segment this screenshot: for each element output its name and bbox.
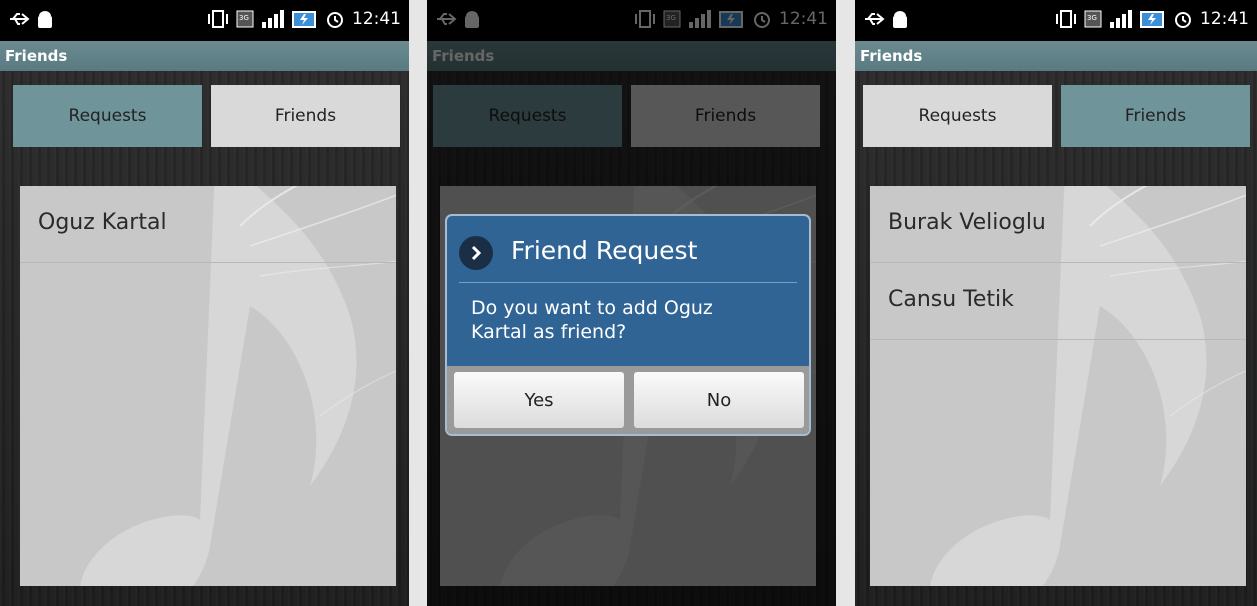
- alarm-icon: [327, 12, 343, 28]
- usb-icon: [10, 13, 30, 25]
- status-bar: 3G 12:41: [0, 0, 409, 41]
- friend-name: Oguz Kartal: [38, 210, 167, 235]
- battery-charging-icon: [1140, 11, 1164, 28]
- friends-list: Burak Velioglu Cansu Tetik: [870, 186, 1246, 586]
- friend-request-dialog: Friend Request Do you want to add Oguz K…: [445, 214, 811, 436]
- tab-label: Requests: [68, 106, 147, 126]
- android-debug-icon: [893, 11, 907, 28]
- tab-label: Friends: [1124, 106, 1187, 126]
- dialog-title: Friend Request: [511, 236, 698, 265]
- tab-label: Requests: [918, 106, 997, 126]
- tab-label: Friends: [274, 106, 337, 126]
- status-bar: 3G 12:41: [855, 0, 1257, 41]
- dialog-message: Do you want to add Oguz Kartal as friend…: [471, 297, 713, 343]
- list-item[interactable]: Oguz Kartal: [20, 186, 396, 263]
- android-debug-icon: [38, 11, 52, 28]
- yes-button[interactable]: Yes: [454, 372, 624, 428]
- divider: [459, 282, 797, 283]
- app-title: Friends: [5, 47, 68, 65]
- screen-friends: 3G 12:41 Friends Requests Friends Burak …: [855, 0, 1257, 606]
- no-button[interactable]: No: [634, 372, 804, 428]
- vibrate-icon: [1056, 10, 1076, 28]
- chevron-right-icon: [459, 236, 493, 270]
- tab-friends[interactable]: Friends: [211, 85, 400, 147]
- screen-requests: 3G 12:41 Friends Requests Friends Oguz K…: [0, 0, 409, 606]
- network-3g-icon: 3G: [1084, 10, 1102, 28]
- app-title: Friends: [860, 47, 923, 65]
- network-3g-icon: 3G: [236, 10, 254, 28]
- friend-name: Burak Velioglu: [888, 210, 1046, 235]
- app-title-bar: Friends: [855, 41, 1257, 71]
- clock: 12:41: [1200, 9, 1249, 29]
- friend-name: Cansu Tetik: [888, 287, 1014, 312]
- list-item[interactable]: Cansu Tetik: [870, 263, 1246, 340]
- vibrate-icon: [208, 10, 228, 28]
- list-item[interactable]: Burak Velioglu: [870, 186, 1246, 263]
- signal-icon: [1110, 10, 1132, 28]
- tab-requests[interactable]: Requests: [863, 85, 1052, 147]
- dialog-button-bar: Yes No: [447, 366, 809, 434]
- screen-dialog: 3G 12:41 Friends Requests Friends Friend…: [427, 0, 836, 606]
- request-list: Oguz Kartal: [20, 186, 396, 586]
- app-title-bar: Friends: [0, 41, 409, 71]
- tab-friends[interactable]: Friends: [1061, 85, 1250, 147]
- alarm-icon: [1175, 12, 1191, 28]
- tab-requests[interactable]: Requests: [13, 85, 202, 147]
- usb-icon: [865, 13, 885, 25]
- clock: 12:41: [352, 9, 401, 29]
- signal-icon: [262, 10, 284, 28]
- battery-charging-icon: [292, 11, 316, 28]
- svg-text:3G: 3G: [1087, 14, 1097, 22]
- svg-text:3G: 3G: [239, 14, 249, 22]
